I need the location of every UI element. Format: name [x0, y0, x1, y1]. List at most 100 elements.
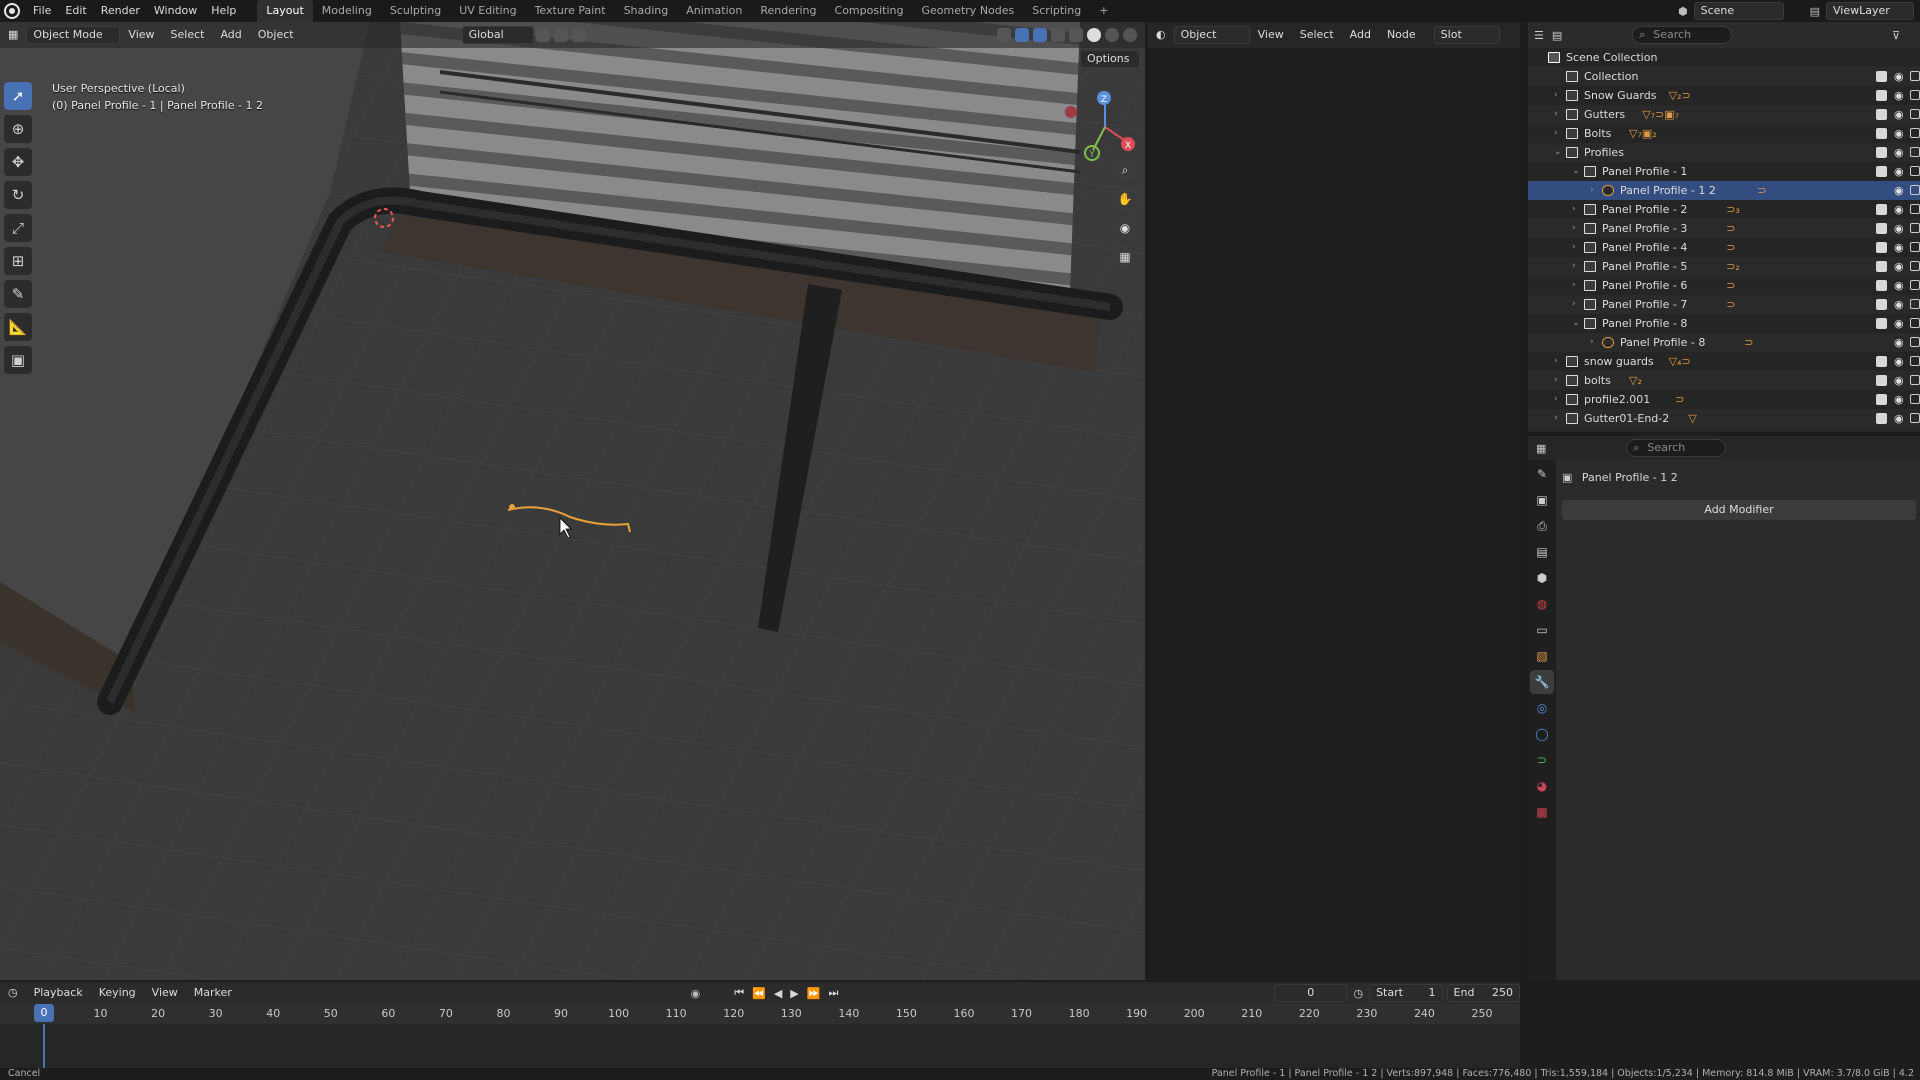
outliner-row[interactable]: › Panel Profile - 4 ⊃ ◉	[1528, 238, 1920, 257]
exclude-checkbox[interactable]	[1876, 71, 1887, 82]
workspace-tab-uv-editing[interactable]: UV Editing	[450, 0, 525, 22]
workspace-tab-rendering[interactable]: Rendering	[751, 0, 825, 22]
visibility-eye-icon[interactable]: ◉	[1894, 371, 1904, 390]
exclude-checkbox[interactable]	[1876, 356, 1887, 367]
snap-icon[interactable]	[553, 28, 568, 42]
timeline[interactable]: ◷ Playback Keying View Marker ◉ ⏮ ⏪ ◀ ▶ …	[0, 982, 1520, 1068]
texture-tab-icon[interactable]: ▩	[1530, 800, 1554, 824]
object-tab-icon[interactable]: ▧	[1530, 644, 1554, 668]
move-tool[interactable]: ✥	[4, 148, 32, 176]
outliner-row[interactable]: ⌄ Panel Profile - 1 ◉	[1528, 162, 1920, 181]
display-mode-icon[interactable]: ▤	[1552, 29, 1562, 42]
measure-tool[interactable]: 📐	[4, 313, 32, 341]
outliner-row[interactable]: › profile2.001 ⊃ ◉	[1528, 390, 1920, 409]
scale-tool[interactable]: ⤢	[4, 214, 32, 242]
outliner-row[interactable]: Collection ◉	[1528, 67, 1920, 86]
outliner-row-children-icons[interactable]: ▽₂⊃	[1669, 86, 1691, 105]
outliner-row[interactable]: › Panel Profile - 7 ⊃ ◉	[1528, 295, 1920, 314]
shader-menu-add[interactable]: Add	[1342, 22, 1379, 48]
outliner-row-children-icons[interactable]: ⊃₂	[1726, 257, 1740, 276]
view-layer-tab-icon[interactable]: ▤	[1530, 540, 1554, 564]
pivot-icon[interactable]	[535, 28, 550, 42]
outliner-editor-icon[interactable]: ☰	[1534, 29, 1544, 42]
workspace-tab-texture-paint[interactable]: Texture Paint	[526, 0, 615, 22]
render-camera-icon[interactable]	[1910, 109, 1920, 119]
outliner-expander-icon[interactable]: ›	[1554, 86, 1564, 105]
outliner-row-children-icons[interactable]: ▽₇⊃▣₇	[1642, 105, 1679, 124]
outliner-expander-icon[interactable]: ›	[1572, 238, 1582, 257]
xray-icon[interactable]	[1051, 28, 1065, 42]
outliner-row-children-icons[interactable]: ▽₂	[1629, 371, 1642, 390]
outliner-row-children-icons[interactable]: ⊃	[1726, 219, 1735, 238]
visibility-eye-icon[interactable]: ◉	[1894, 67, 1904, 86]
collection-tab-icon[interactable]: ▭	[1530, 618, 1554, 642]
visibility-eye-icon[interactable]: ◉	[1894, 238, 1904, 257]
add-modifier-button[interactable]: Add Modifier	[1562, 500, 1916, 520]
visibility-eye-icon[interactable]: ◉	[1894, 200, 1904, 219]
menu-file[interactable]: File	[26, 0, 58, 22]
outliner-expander-icon[interactable]: ›	[1554, 371, 1564, 390]
blender-logo-icon[interactable]	[4, 3, 20, 19]
exclude-checkbox[interactable]	[1876, 394, 1887, 405]
workspace-tab-layout[interactable]: Layout	[257, 0, 313, 22]
timeline-menu-view[interactable]: View	[144, 980, 186, 1006]
viewport-menu-view[interactable]: View	[120, 22, 162, 48]
outliner-row[interactable]: › bolts ▽₂ ◉	[1528, 371, 1920, 390]
gizmo-toggle-icon[interactable]	[1015, 28, 1029, 42]
options-button[interactable]: Options	[1080, 50, 1140, 68]
exclude-checkbox[interactable]	[1876, 242, 1887, 253]
outliner-row-children-icons[interactable]: ⊃₃	[1726, 200, 1740, 219]
exclude-checkbox[interactable]	[1876, 318, 1887, 329]
outliner-row[interactable]: › Gutters ▽₇⊃▣₇ ◉	[1528, 105, 1920, 124]
visibility-eye-icon[interactable]: ◉	[1894, 352, 1904, 371]
outliner-row[interactable]: › Bolts ▽₇▣₂ ◉	[1528, 124, 1920, 143]
shader-editor-type-icon[interactable]: ◐	[1148, 22, 1174, 48]
camera-view-icon[interactable]: ◉	[1113, 216, 1137, 240]
exclude-checkbox[interactable]	[1876, 280, 1887, 291]
scene-selector[interactable]: Scene	[1693, 2, 1784, 20]
prev-keyframe-icon[interactable]: ⏪	[752, 987, 766, 1000]
exclude-checkbox[interactable]	[1876, 128, 1887, 139]
exclude-checkbox[interactable]	[1876, 375, 1887, 386]
outliner-row[interactable]: › Panel Profile - 3 ⊃ ◉	[1528, 219, 1920, 238]
select-box-tool[interactable]: ➚	[4, 82, 32, 110]
menu-help[interactable]: Help	[204, 0, 243, 22]
render-camera-icon[interactable]	[1910, 242, 1920, 252]
render-tab-icon[interactable]: ▣	[1530, 488, 1554, 512]
overlay-toggle-icon[interactable]	[1033, 28, 1047, 42]
render-camera-icon[interactable]	[1910, 280, 1920, 290]
visibility-eye-icon[interactable]: ◉	[1894, 257, 1904, 276]
shader-menu-node[interactable]: Node	[1379, 22, 1424, 48]
tool-tab-icon[interactable]: ✎	[1530, 462, 1554, 486]
particles-tab-icon[interactable]: ◎	[1530, 696, 1554, 720]
outliner-expander-icon[interactable]: ›	[1554, 390, 1564, 409]
outliner-row-children-icons[interactable]: ▽₇▣₂	[1629, 124, 1657, 143]
outliner-row[interactable]: › Panel Profile - 8 ⊃ ◉	[1528, 333, 1920, 352]
outliner-expander-icon[interactable]: ›	[1554, 409, 1564, 428]
editor-type-icon[interactable]: ▦	[0, 22, 26, 48]
outliner-root[interactable]: Scene Collection	[1528, 48, 1920, 67]
workspace-tab-shading[interactable]: Shading	[615, 0, 678, 22]
workspace-tab-geometry-nodes[interactable]: Geometry Nodes	[912, 0, 1023, 22]
outliner-row-children-icons[interactable]: ⊃	[1726, 276, 1735, 295]
output-tab-icon[interactable]: ⎙	[1530, 514, 1554, 538]
render-camera-icon[interactable]	[1910, 413, 1920, 423]
menu-window[interactable]: Window	[147, 0, 204, 22]
outliner-expander-icon[interactable]: ›	[1572, 219, 1582, 238]
visibility-eye-icon[interactable]: ◉	[1894, 86, 1904, 105]
render-camera-icon[interactable]	[1910, 128, 1920, 138]
exclude-checkbox[interactable]	[1876, 147, 1887, 158]
visibility-eye-icon[interactable]: ◉	[1894, 143, 1904, 162]
properties-search-input[interactable]: Search	[1626, 439, 1727, 457]
render-camera-icon[interactable]	[1910, 90, 1920, 100]
scene-tab-icon[interactable]: ⬢	[1530, 566, 1554, 590]
properties-editor-icon[interactable]: ▦	[1536, 442, 1546, 455]
physics-tab-icon[interactable]: ◯	[1530, 722, 1554, 746]
outliner-expander-icon[interactable]: ›	[1572, 200, 1582, 219]
outliner-row-children-icons[interactable]: ⊃	[1744, 333, 1753, 352]
outliner-row-children-icons[interactable]: ⊃	[1726, 295, 1735, 314]
play-icon[interactable]: ▶	[790, 987, 798, 1000]
object-data-tab-icon[interactable]: ⊃	[1530, 748, 1554, 772]
menu-render[interactable]: Render	[94, 0, 147, 22]
3d-viewport[interactable]: Z X Y ▦ Object Mode View Select Add Obje…	[0, 22, 1145, 980]
